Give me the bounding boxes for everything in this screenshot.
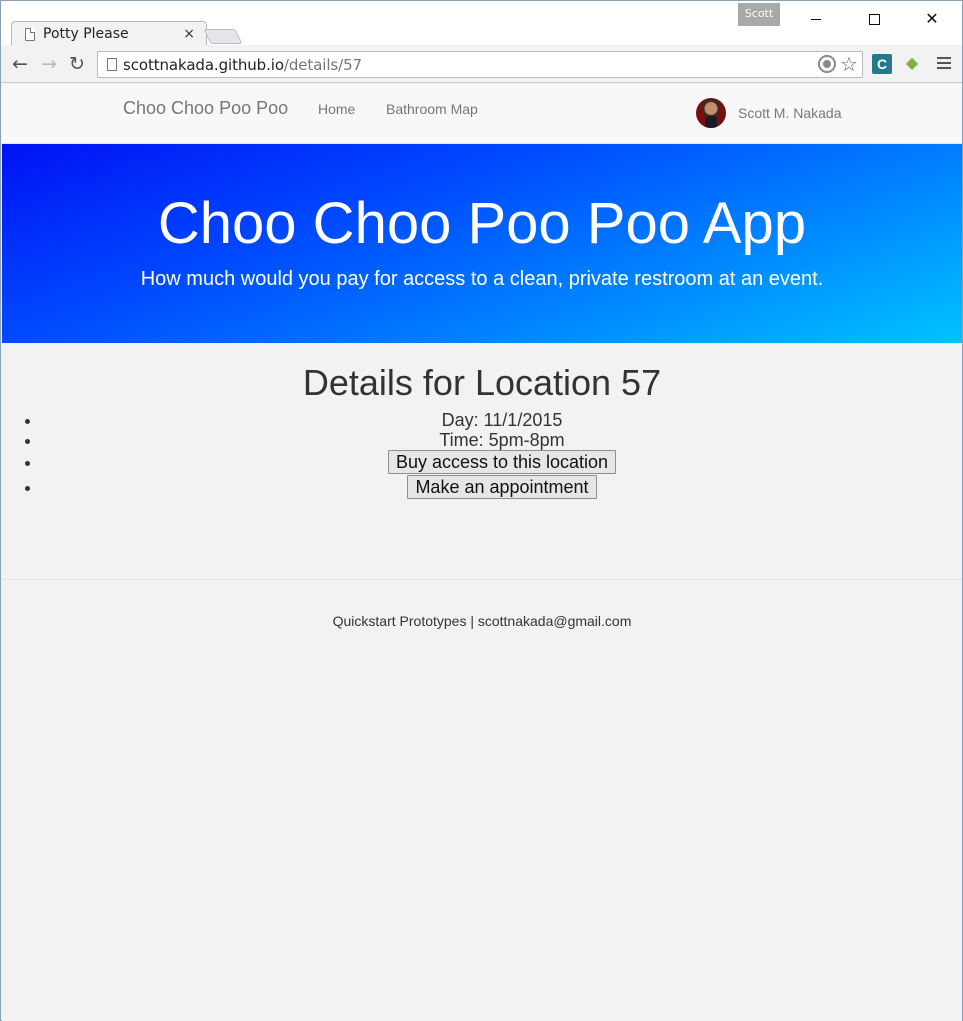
back-icon[interactable]: ← bbox=[8, 52, 32, 76]
tab-close-icon[interactable]: × bbox=[183, 26, 195, 42]
url-host: scottnakada.github.io bbox=[123, 56, 284, 74]
location-icon[interactable] bbox=[818, 55, 836, 73]
make-appointment-button[interactable]: Make an appointment bbox=[407, 475, 597, 499]
site-navbar: Choo Choo Poo Poo Home Bathroom Map Scot… bbox=[2, 84, 962, 144]
browser-menu-icon[interactable] bbox=[937, 54, 951, 74]
reload-icon[interactable]: ↻ bbox=[65, 52, 89, 76]
minimize-icon bbox=[811, 19, 821, 20]
list-item-time: Time: 5pm-8pm bbox=[42, 430, 962, 450]
buy-access-button[interactable]: Buy access to this location bbox=[387, 450, 617, 474]
url-path: /details/57 bbox=[283, 56, 362, 74]
extension-icon[interactable]: C bbox=[872, 54, 892, 74]
minimize-button[interactable] bbox=[787, 3, 845, 35]
bookmark-star-icon[interactable]: ☆ bbox=[840, 52, 858, 76]
maximize-button[interactable] bbox=[845, 3, 903, 35]
hero-banner: Choo Choo Poo Poo App How much would you… bbox=[2, 144, 962, 343]
hero-title: Choo Choo Poo Poo App bbox=[157, 191, 807, 256]
list-item-appointment: Make an appointment bbox=[42, 475, 962, 500]
title-bar: Potty Please × Scott ✕ bbox=[1, 1, 962, 47]
browser-window: Potty Please × Scott ✕ ← → ↻ scottnakada… bbox=[0, 0, 963, 1021]
navbar-brand[interactable]: Choo Choo Poo Poo bbox=[123, 98, 288, 119]
page-title: Details for Location 57 bbox=[302, 362, 662, 403]
nav-home-link[interactable]: Home bbox=[318, 101, 355, 117]
footer-text: Quickstart Prototypes | scottnakada@gmai… bbox=[332, 613, 632, 629]
maximize-icon bbox=[868, 14, 880, 25]
footer-divider bbox=[2, 579, 962, 580]
details-list: Day: 11/1/2015 Time: 5pm-8pm Buy access … bbox=[2, 410, 962, 500]
nav-bathroom-map-link[interactable]: Bathroom Map bbox=[386, 101, 478, 117]
url-text[interactable]: scottnakada.github.io/details/57 bbox=[123, 56, 362, 74]
page-info-icon[interactable] bbox=[107, 58, 117, 71]
avatar[interactable] bbox=[696, 98, 726, 128]
close-window-button[interactable]: ✕ bbox=[903, 3, 961, 35]
page-icon bbox=[25, 27, 35, 41]
web-page: Choo Choo Poo Poo Home Bathroom Map Scot… bbox=[2, 84, 962, 1021]
browser-toolbar: ← → ↻ scottnakada.github.io/details/57 ☆… bbox=[1, 45, 962, 83]
list-item-buy: Buy access to this location bbox=[42, 450, 962, 475]
hero-subtitle: How much would you pay for access to a c… bbox=[140, 268, 824, 290]
browser-tab[interactable]: Potty Please × bbox=[11, 21, 207, 47]
list-item-day: Day: 11/1/2015 bbox=[42, 410, 962, 430]
new-tab-button[interactable] bbox=[203, 29, 243, 44]
profile-badge[interactable]: Scott bbox=[738, 3, 780, 26]
user-name[interactable]: Scott M. Nakada bbox=[738, 105, 842, 121]
tab-title: Potty Please bbox=[43, 26, 129, 42]
address-bar[interactable]: scottnakada.github.io/details/57 ☆ bbox=[97, 51, 863, 78]
android-extension-icon[interactable]: ◆ bbox=[903, 54, 921, 74]
forward-icon[interactable]: → bbox=[37, 52, 61, 76]
